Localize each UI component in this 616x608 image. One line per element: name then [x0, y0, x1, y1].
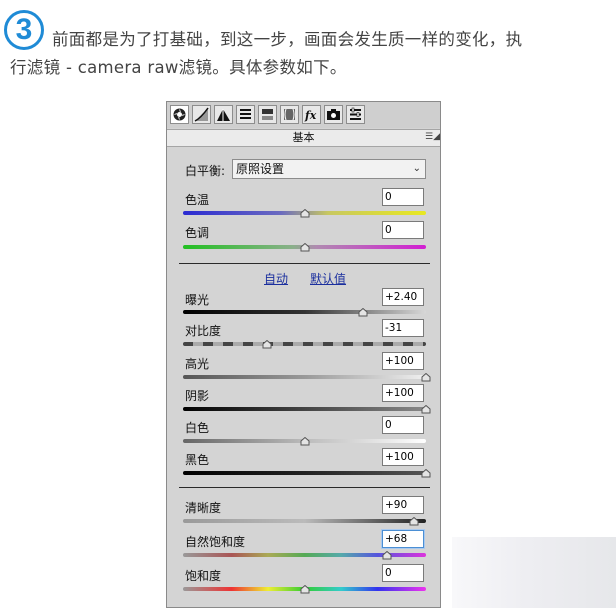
highlights-thumb[interactable]: [421, 373, 431, 382]
temperature-label: 色温: [185, 193, 210, 207]
section-title: 基本: [292, 131, 315, 144]
camera-calibration-icon[interactable]: [324, 105, 343, 124]
shadows-field[interactable]: +100: [382, 384, 424, 402]
blacks-label: 黑色: [185, 453, 210, 467]
section-divider: [179, 263, 430, 264]
shadows-thumb[interactable]: [421, 405, 431, 414]
auto-link[interactable]: 自动: [264, 270, 288, 287]
highlights-field[interactable]: +100: [382, 352, 424, 370]
contrast-label: 对比度: [185, 324, 222, 338]
saturation-thumb[interactable]: [300, 585, 310, 594]
saturation-field[interactable]: 0: [382, 564, 424, 582]
tint-thumb[interactable]: [300, 243, 310, 252]
step-number-badge: 3: [4, 10, 44, 50]
chevron-down-icon: ⌄: [412, 163, 421, 174]
highlights-track[interactable]: [183, 375, 426, 379]
vibrance-field[interactable]: +68: [382, 530, 424, 548]
panel-toolbar: fx: [167, 102, 440, 128]
basic-icon[interactable]: [170, 105, 189, 124]
shadows-label: 阴影: [185, 389, 210, 403]
fx-icon[interactable]: fx: [302, 105, 321, 124]
clarity-label: 清晰度: [185, 501, 222, 515]
presets-icon[interactable]: [346, 105, 365, 124]
hsl-icon[interactable]: [236, 105, 255, 124]
svg-text:fx: fx: [304, 109, 317, 122]
section-divider: [179, 487, 430, 488]
blacks-thumb[interactable]: [421, 469, 431, 478]
clarity-field[interactable]: +90: [382, 496, 424, 514]
white-balance-label: 白平衡:: [185, 164, 226, 178]
clarity-thumb[interactable]: [409, 517, 419, 526]
instruction-line-1: 前面都是为了打基础，到这一步，画面会发生质一样的变化，执: [52, 30, 523, 49]
exposure-label: 曝光: [185, 293, 210, 307]
whites-thumb[interactable]: [300, 437, 310, 446]
split-toning-icon[interactable]: [258, 105, 277, 124]
tone-curve-icon[interactable]: [192, 105, 211, 124]
whites-label: 白色: [185, 421, 210, 435]
saturation-label: 饱和度: [185, 569, 222, 583]
white-balance-select[interactable]: 原照设置 ⌄: [232, 159, 426, 179]
vibrance-thumb[interactable]: [382, 551, 392, 560]
contrast-track[interactable]: [183, 342, 426, 346]
contrast-thumb[interactable]: [262, 340, 272, 349]
whites-field[interactable]: 0: [382, 416, 424, 434]
detail-icon[interactable]: [214, 105, 233, 124]
white-balance-value: 原照设置: [236, 162, 285, 176]
temperature-field[interactable]: 0: [382, 188, 424, 206]
vibrance-label: 自然饱和度: [185, 535, 246, 549]
exposure-track[interactable]: [183, 310, 426, 314]
camera-raw-basic-panel: fx 基本 ☰◢ 白平衡: 原照设置 ⌄ 色温 0 色调 0 自动 默认值 曝光…: [166, 101, 441, 608]
tint-field[interactable]: 0: [382, 221, 424, 239]
exposure-thumb[interactable]: [358, 308, 368, 317]
panel-menu-icon[interactable]: ☰◢: [425, 131, 440, 143]
clarity-track[interactable]: [183, 519, 426, 523]
lens-correction-icon[interactable]: [280, 105, 299, 124]
instruction-line-2: 行滤镜 - camera raw滤镜。具体参数如下。: [10, 58, 347, 77]
background-fade: [452, 537, 616, 608]
instruction-text: 前面都是为了打基础，到这一步，画面会发生质一样的变化，执 行滤镜 - camer…: [10, 26, 612, 82]
temperature-thumb[interactable]: [300, 209, 310, 218]
shadows-track[interactable]: [183, 407, 426, 411]
tint-label: 色调: [185, 226, 210, 240]
section-header: 基本 ☰◢: [167, 129, 440, 147]
blacks-field[interactable]: +100: [382, 448, 424, 466]
highlights-label: 高光: [185, 357, 210, 371]
contrast-field[interactable]: -31: [382, 319, 424, 337]
blacks-track[interactable]: [183, 471, 426, 475]
default-link[interactable]: 默认值: [310, 270, 346, 287]
exposure-field[interactable]: +2.40: [382, 288, 424, 306]
